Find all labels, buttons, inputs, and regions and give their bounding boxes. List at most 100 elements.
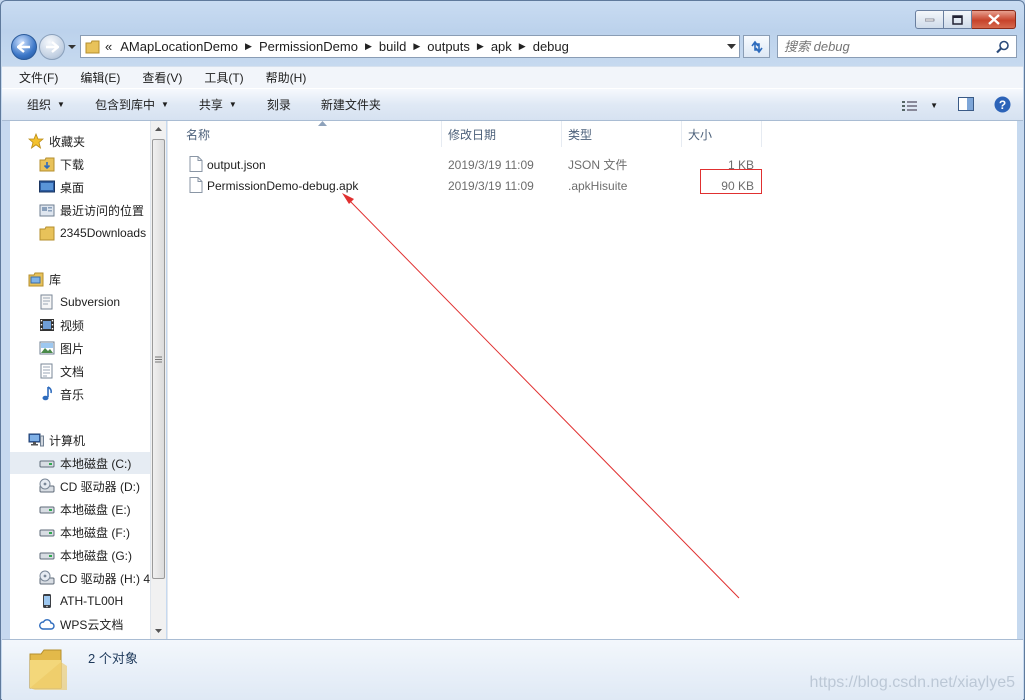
column-header-size[interactable]: 大小	[682, 121, 762, 147]
menu-view[interactable]: 查看(V)	[125, 69, 187, 86]
nav-label: 本地磁盘 (G:)	[60, 548, 132, 563]
column-header-label: 类型	[568, 127, 593, 142]
nav-drive-e[interactable]: 本地磁盘 (E:)	[10, 498, 150, 520]
scroll-up-icon[interactable]	[151, 121, 166, 137]
phone-icon	[43, 594, 51, 608]
menu-help[interactable]: 帮助(H)	[249, 69, 312, 86]
nav-desktop[interactable]: 桌面	[10, 176, 150, 198]
breadcrumb-separator-icon[interactable]: ▶	[242, 41, 255, 52]
breadcrumb-item[interactable]: build	[375, 39, 410, 54]
nav-label: 库	[49, 272, 62, 287]
cd-drive-icon	[39, 570, 55, 585]
nav-label: 文档	[60, 364, 85, 379]
nav-computer[interactable]: 计算机	[10, 429, 150, 451]
nav-wps-cloud[interactable]: WPS云文档	[10, 613, 150, 635]
nav-phone-device[interactable]: ATH-TL00H	[10, 590, 150, 612]
burn-button[interactable]: 刻录	[252, 96, 306, 113]
column-header-label: 名称	[186, 127, 211, 142]
back-button[interactable]	[11, 34, 37, 60]
nav-label: 本地磁盘 (C:)	[60, 456, 132, 471]
nav-drive-d[interactable]: CD 驱动器 (D:)	[10, 475, 150, 497]
refresh-icon	[750, 40, 763, 53]
nav-label: 最近访问的位置	[60, 203, 145, 218]
desktop-icon	[39, 180, 55, 193]
maximize-button[interactable]	[944, 10, 972, 29]
include-in-library-button[interactable]: 包含到库中 ▼	[80, 96, 184, 113]
breadcrumb-item[interactable]: debug	[529, 39, 573, 54]
music-icon	[42, 386, 52, 401]
menu-edit[interactable]: 编辑(E)	[63, 69, 125, 86]
breadcrumb-overflow[interactable]: «	[101, 39, 116, 54]
breadcrumb-item[interactable]: AMapLocationDemo	[116, 39, 242, 54]
hard-drive-icon	[39, 552, 55, 560]
preview-pane-button[interactable]	[958, 97, 974, 114]
sort-ascending-icon	[318, 121, 327, 126]
column-header-name[interactable]: 名称	[180, 121, 442, 147]
help-button[interactable]: ?	[994, 96, 1011, 116]
breadcrumb-item[interactable]: PermissionDemo	[255, 39, 362, 54]
address-history-button[interactable]	[723, 36, 739, 57]
scroll-down-icon[interactable]	[151, 623, 166, 639]
grip-icon	[155, 356, 162, 362]
search-input[interactable]	[778, 39, 988, 54]
recent-pages-button[interactable]	[67, 41, 77, 53]
annotation-highlight-box	[700, 169, 762, 194]
close-button[interactable]	[972, 10, 1016, 29]
nav-drive-c[interactable]: 本地磁盘 (C:)	[10, 452, 150, 474]
nav-videos[interactable]: 视频	[10, 314, 150, 336]
nav-subversion[interactable]: Subversion	[10, 291, 150, 313]
breadcrumb-separator-icon[interactable]: ▶	[516, 41, 529, 52]
refresh-button[interactable]	[743, 35, 770, 58]
nav-recent-places[interactable]: 最近访问的位置	[10, 199, 150, 221]
nav-drive-f[interactable]: 本地磁盘 (F:)	[10, 521, 150, 543]
nav-pictures[interactable]: 图片	[10, 337, 150, 359]
file-row[interactable]: output.json 2019/3/19 11:09 JSON 文件 1 KB	[168, 154, 768, 175]
minimize-button[interactable]	[915, 10, 944, 29]
nav-label: 2345Downloads	[60, 226, 147, 240]
nav-drive-h[interactable]: CD 驱动器 (H:) 4	[10, 567, 150, 589]
file-name: PermissionDemo-debug.apk	[207, 178, 359, 193]
arrow-right-icon	[46, 41, 59, 53]
new-folder-button[interactable]: 新建文件夹	[306, 96, 396, 113]
pictures-icon	[39, 341, 55, 355]
menu-tools[interactable]: 工具(T)	[187, 69, 248, 86]
nav-label: 音乐	[60, 387, 85, 402]
nav-downloads[interactable]: 下载	[10, 153, 150, 175]
documents-icon	[40, 363, 53, 379]
help-icon: ?	[994, 96, 1011, 112]
scrollbar-thumb[interactable]	[152, 139, 165, 579]
search-icon[interactable]	[996, 40, 1010, 54]
column-header-modified[interactable]: 修改日期	[442, 121, 562, 147]
forward-button[interactable]	[39, 34, 65, 60]
nav-label: ATH-TL00H	[60, 594, 124, 608]
address-bar[interactable]: « AMapLocationDemo ▶ PermissionDemo ▶ bu…	[80, 35, 740, 58]
share-button[interactable]: 共享 ▼	[184, 96, 252, 113]
library-icon	[28, 272, 44, 287]
file-type: JSON 文件	[568, 158, 628, 172]
nav-2345downloads[interactable]: 2345Downloads	[10, 222, 150, 244]
breadcrumb-separator-icon[interactable]: ▶	[474, 41, 487, 52]
window-controls	[915, 10, 1016, 29]
breadcrumb-item[interactable]: apk	[487, 39, 516, 54]
view-controls: ▼ ?	[902, 89, 1011, 122]
nav-label: CD 驱动器 (D:)	[60, 479, 140, 494]
computer-icon	[28, 433, 44, 447]
breadcrumb-separator-icon[interactable]: ▶	[362, 41, 375, 52]
command-bar: 组织 ▼ 包含到库中 ▼ 共享 ▼ 刻录 新建文件夹 ▼ ?	[2, 88, 1023, 121]
file-row[interactable]: PermissionDemo-debug.apk 2019/3/19 11:09…	[168, 175, 768, 196]
navigation-scrollbar[interactable]	[150, 121, 166, 639]
change-view-button[interactable]: ▼	[902, 100, 938, 112]
breadcrumb-separator-icon[interactable]: ▶	[410, 41, 423, 52]
recent-places-icon	[39, 204, 55, 217]
nav-music[interactable]: 音乐	[10, 383, 150, 405]
nav-libraries[interactable]: 库	[10, 268, 150, 290]
organize-button[interactable]: 组织 ▼	[2, 96, 80, 113]
column-header-type[interactable]: 类型	[562, 121, 682, 147]
nav-label: WPS云文档	[60, 617, 124, 632]
nav-documents[interactable]: 文档	[10, 360, 150, 382]
breadcrumb-item[interactable]: outputs	[423, 39, 474, 54]
nav-drive-g[interactable]: 本地磁盘 (G:)	[10, 544, 150, 566]
burn-label: 刻录	[266, 98, 291, 112]
menu-file[interactable]: 文件(F)	[2, 69, 63, 86]
nav-favorites[interactable]: 收藏夹	[10, 130, 150, 152]
